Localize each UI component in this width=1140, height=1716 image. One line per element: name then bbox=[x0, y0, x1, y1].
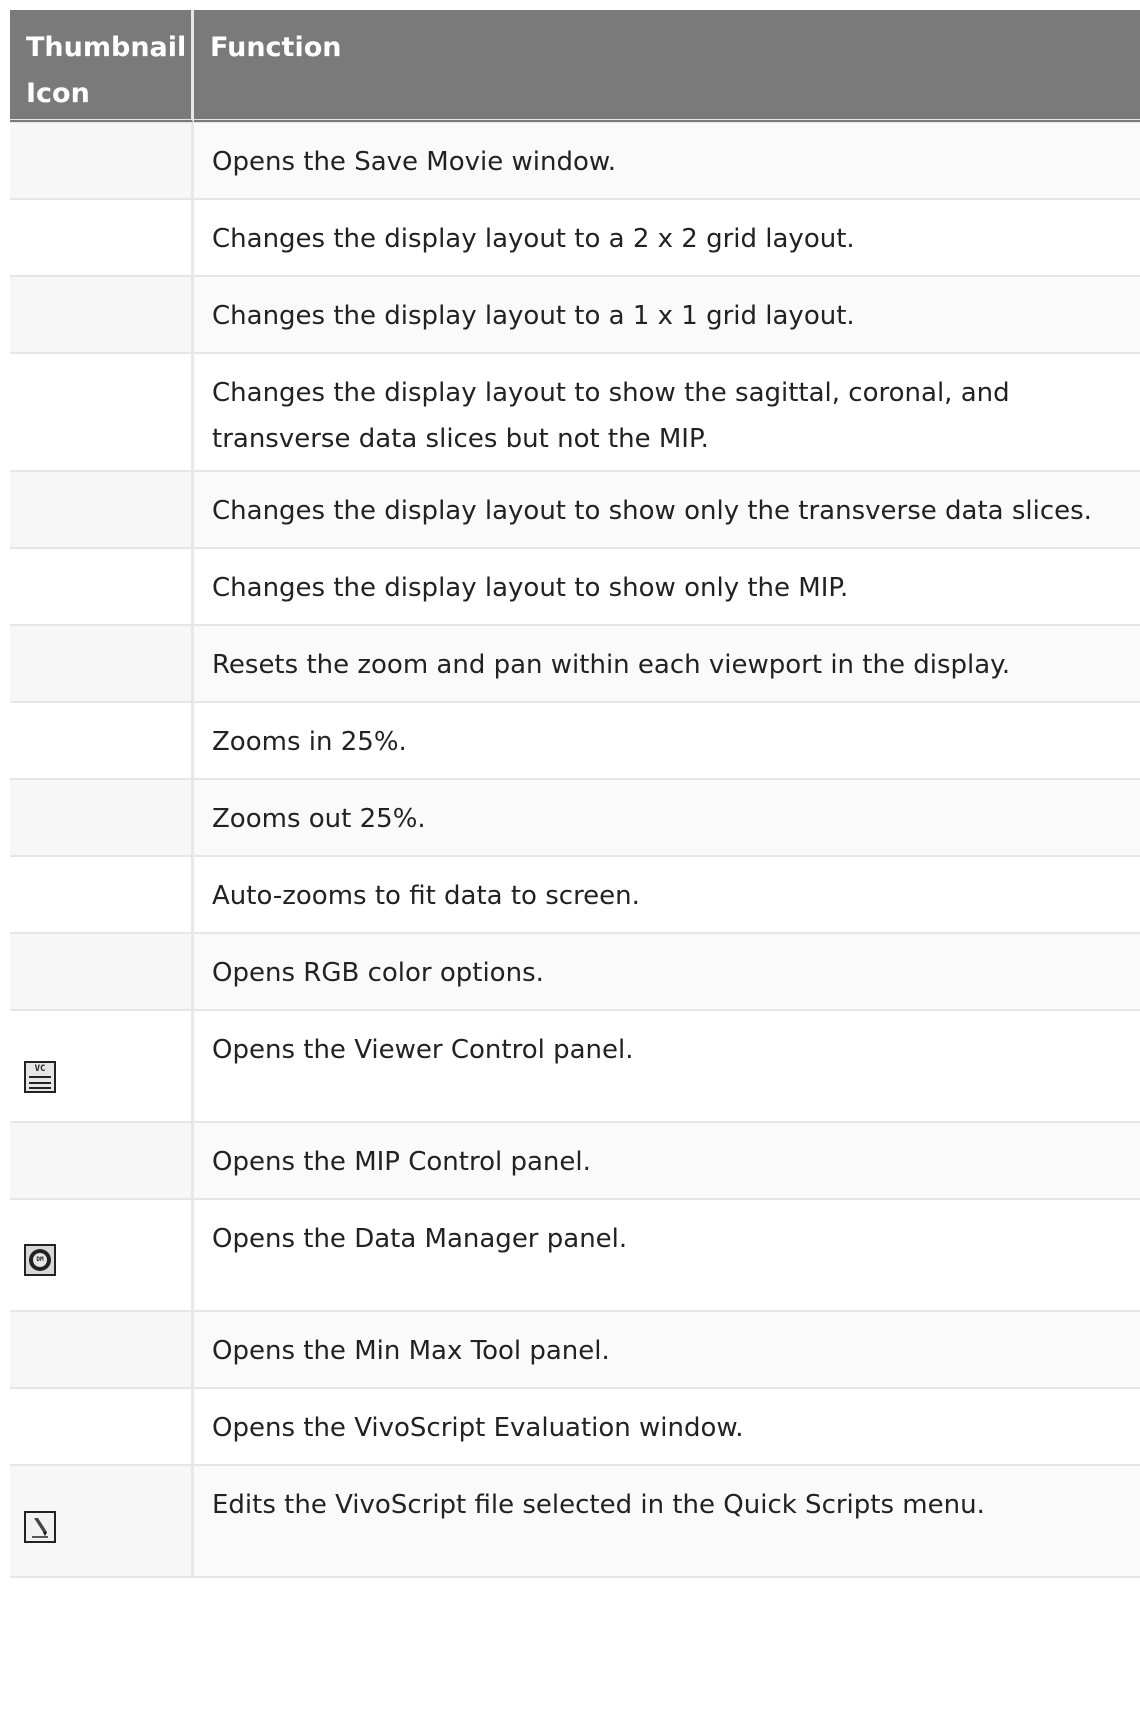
table-row: Changes the display layout to a 1 x 1 gr… bbox=[10, 277, 1140, 354]
function-cell: Resets the zoom and pan within each view… bbox=[194, 626, 1140, 703]
thumbnail-cell bbox=[10, 1123, 194, 1200]
thumbnail-cell bbox=[10, 1466, 194, 1578]
thumbnail-cell bbox=[10, 123, 194, 200]
function-cell: Opens the VivoScript Evaluation window. bbox=[194, 1389, 1140, 1466]
function-cell: Opens the Min Max Tool panel. bbox=[194, 1312, 1140, 1389]
table-row: Zooms in 25%. bbox=[10, 703, 1140, 780]
thumbnail-cell bbox=[10, 472, 194, 549]
table-row: Resets the zoom and pan within each view… bbox=[10, 626, 1140, 703]
table-row: Opens the Save Movie window. bbox=[10, 123, 1140, 200]
thumbnail-cell bbox=[10, 934, 194, 1011]
function-cell: Edits the VivoScript file selected in th… bbox=[194, 1466, 1140, 1578]
icon-function-table: Thumbnail Icon Function Opens the Save M… bbox=[10, 10, 1140, 1578]
function-cell: Opens the MIP Control panel. bbox=[194, 1123, 1140, 1200]
icon-function-table-wrapper: Thumbnail Icon Function Opens the Save M… bbox=[10, 10, 1140, 1578]
function-cell: Opens the Save Movie window. bbox=[194, 123, 1140, 200]
viewer-control-icon[interactable]: VC bbox=[24, 1061, 56, 1093]
thumbnail-cell bbox=[10, 703, 194, 780]
data-manager-icon-label: DM bbox=[33, 1253, 47, 1267]
thumbnail-cell bbox=[10, 626, 194, 703]
table-row: DM Opens the Data Manager panel. bbox=[10, 1200, 1140, 1312]
pencil-icon bbox=[32, 1518, 48, 1538]
table-row: Changes the display layout to show only … bbox=[10, 549, 1140, 626]
data-manager-icon[interactable]: DM bbox=[24, 1244, 56, 1276]
function-cell: Changes the display layout to show the s… bbox=[194, 354, 1140, 472]
function-cell: Opens RGB color options. bbox=[194, 934, 1140, 1011]
viewer-control-icon-label: VC bbox=[34, 1064, 46, 1074]
slider-line-icon bbox=[29, 1076, 51, 1078]
table-row: Changes the display layout to show only … bbox=[10, 472, 1140, 549]
thumbnail-cell: DM bbox=[10, 1200, 194, 1312]
table-row: Opens the VivoScript Evaluation window. bbox=[10, 1389, 1140, 1466]
table-row: VC Opens the Viewer Control panel. bbox=[10, 1011, 1140, 1123]
thumbnail-cell bbox=[10, 277, 194, 354]
table-row: Auto-zooms to fit data to screen. bbox=[10, 857, 1140, 934]
function-cell: Auto-zooms to fit data to screen. bbox=[194, 857, 1140, 934]
thumbnail-cell bbox=[10, 200, 194, 277]
table-header-row: Thumbnail Icon Function bbox=[10, 10, 1140, 123]
thumbnail-cell bbox=[10, 780, 194, 857]
slider-line-icon bbox=[29, 1087, 51, 1089]
table-row: Zooms out 25%. bbox=[10, 780, 1140, 857]
function-cell: Changes the display layout to show only … bbox=[194, 549, 1140, 626]
header-thumbnail-icon: Thumbnail Icon bbox=[10, 10, 194, 123]
thumbnail-cell bbox=[10, 857, 194, 934]
function-cell: Changes the display layout to a 2 x 2 gr… bbox=[194, 200, 1140, 277]
thumbnail-cell bbox=[10, 1312, 194, 1389]
function-cell: Opens the Data Manager panel. bbox=[194, 1200, 1140, 1312]
thumbnail-cell: VC bbox=[10, 1011, 194, 1123]
table-row: Changes the display layout to show the s… bbox=[10, 354, 1140, 472]
thumbnail-cell bbox=[10, 354, 194, 472]
edit-script-icon[interactable] bbox=[24, 1511, 56, 1543]
table-row: Opens the Min Max Tool panel. bbox=[10, 1312, 1140, 1389]
function-cell: Zooms out 25%. bbox=[194, 780, 1140, 857]
thumbnail-cell bbox=[10, 1389, 194, 1466]
table-row: Edits the VivoScript file selected in th… bbox=[10, 1466, 1140, 1578]
table-row: Opens RGB color options. bbox=[10, 934, 1140, 1011]
function-cell: Changes the display layout to show only … bbox=[194, 472, 1140, 549]
table-row: Changes the display layout to a 2 x 2 gr… bbox=[10, 200, 1140, 277]
header-function: Function bbox=[194, 10, 1140, 123]
thumbnail-cell bbox=[10, 549, 194, 626]
table-row: Opens the MIP Control panel. bbox=[10, 1123, 1140, 1200]
slider-line-icon bbox=[29, 1082, 51, 1084]
function-cell: Opens the Viewer Control panel. bbox=[194, 1011, 1140, 1123]
function-cell: Zooms in 25%. bbox=[194, 703, 1140, 780]
function-cell: Changes the display layout to a 1 x 1 gr… bbox=[194, 277, 1140, 354]
